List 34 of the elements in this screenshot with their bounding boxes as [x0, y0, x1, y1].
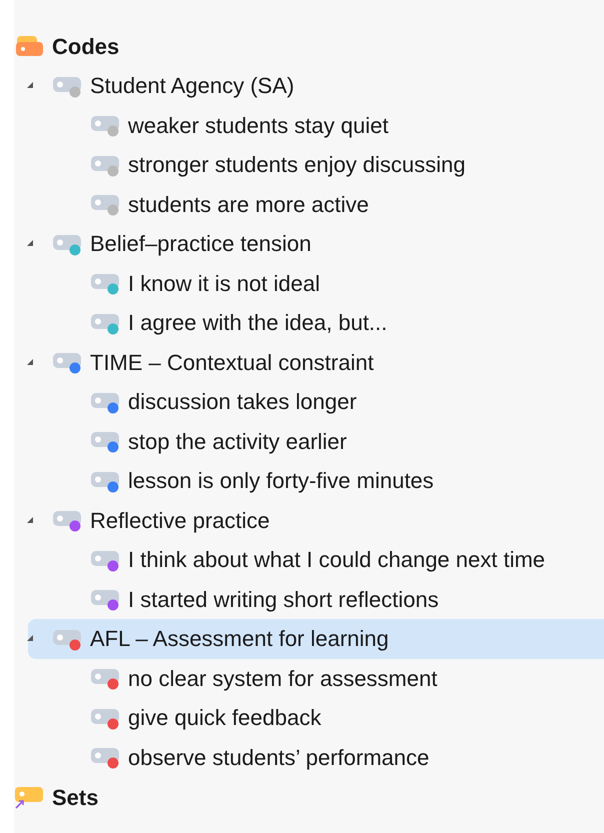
tree-item[interactable]: Belief–practice tension: [28, 224, 604, 264]
code-tag-icon: [90, 587, 122, 612]
caret-icon[interactable]: [26, 239, 34, 247]
tree-item[interactable]: stop the activity earlier: [28, 422, 604, 461]
tree-item[interactable]: give quick feedback: [28, 698, 604, 738]
tree-item[interactable]: no clear system for assessment: [28, 658, 604, 698]
tree-item[interactable]: I agree with the idea, but...: [28, 303, 604, 342]
tree-item[interactable]: weaker students stay quiet: [28, 106, 604, 145]
tree-item[interactable]: stronger students enjoy discussing: [28, 145, 604, 184]
caret-icon[interactable]: [26, 358, 34, 366]
tree-item[interactable]: Student Agency (SA): [28, 66, 604, 106]
tree-item[interactable]: I think about what I could change next time: [28, 540, 604, 580]
tree-heading[interactable]: Codes: [52, 30, 120, 62]
caret-icon[interactable]: [26, 634, 34, 642]
code-tag-icon: [90, 429, 122, 454]
tree-item[interactable]: observe students’ performance: [28, 738, 604, 777]
code-tag-icon: [52, 350, 84, 374]
caret-icon[interactable]: [26, 81, 34, 89]
code-tag-icon: [90, 192, 122, 216]
tree-item[interactable]: Reflective practice: [28, 500, 604, 540]
tree-item[interactable]: I started writing short reflections: [28, 580, 604, 619]
tree-item[interactable]: lesson is only forty-five minutes: [28, 461, 604, 500]
tree-heading[interactable]: Sets: [52, 780, 98, 814]
code-tag-icon: [90, 271, 122, 296]
tree-item[interactable]: I know it is not ideal: [28, 264, 604, 303]
tree-item[interactable]: AFL – Assessment for learning: [28, 619, 604, 658]
tree-item[interactable]: discussion takes longer: [28, 382, 604, 422]
code-tag-icon: [52, 508, 84, 532]
tree-item[interactable]: students are more active: [28, 184, 604, 224]
caret-icon[interactable]: [26, 516, 34, 524]
tree-item[interactable]: TIME – Contextual constraint: [28, 342, 604, 382]
code-tag-icon: [90, 666, 122, 690]
code-tag-icon: [90, 745, 122, 770]
code-tag-icon: [90, 113, 122, 138]
